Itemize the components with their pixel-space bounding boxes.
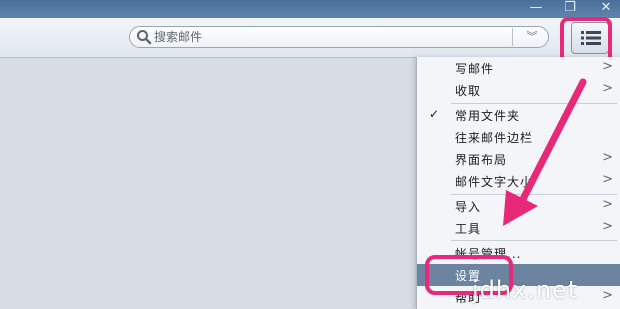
annotation-arrow-icon xyxy=(503,78,587,226)
watermark: jdhx.net xyxy=(472,276,579,304)
